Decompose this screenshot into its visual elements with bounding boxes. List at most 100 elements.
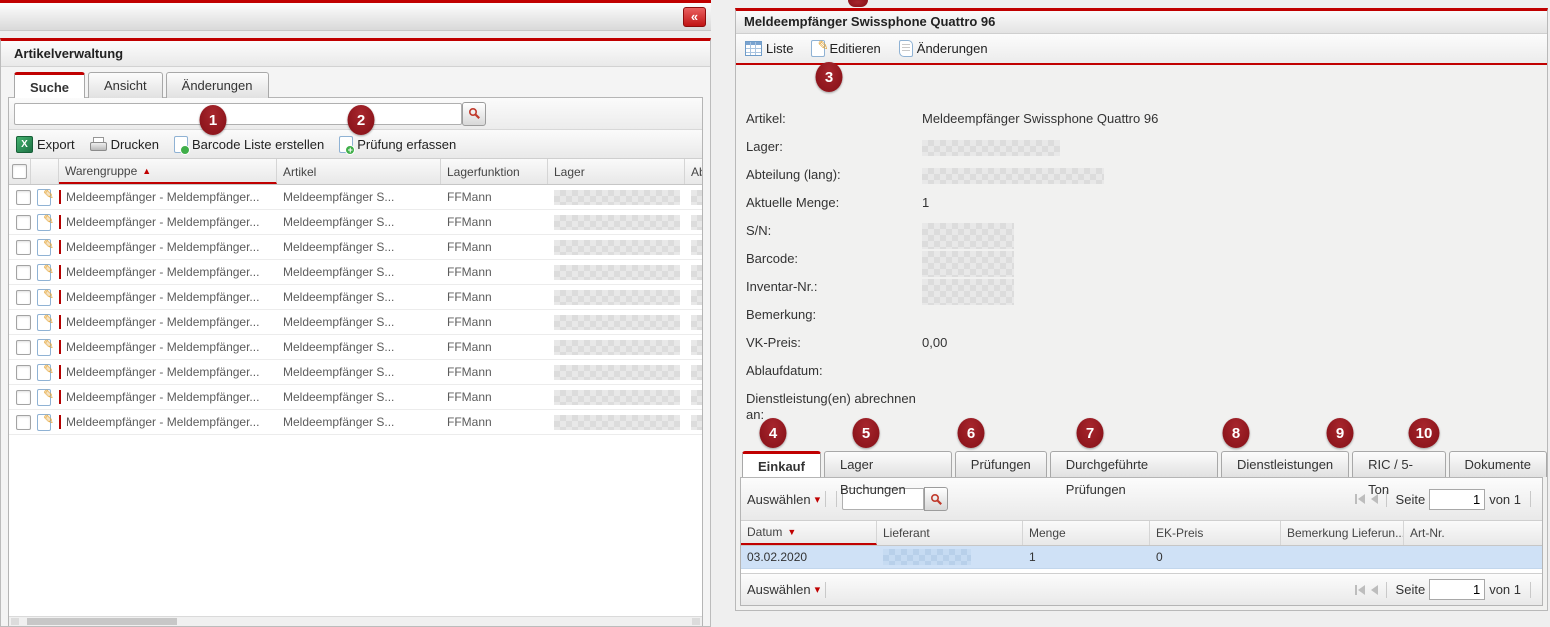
select-all-header: [9, 159, 31, 184]
table-row[interactable]: Meldeempfänger - Meldempfänger...Meldeem…: [9, 185, 702, 210]
redacted-lager: [554, 315, 680, 330]
field-abteilung-lang-value: [922, 167, 1104, 195]
select-dropdown[interactable]: Auswählen: [747, 492, 820, 507]
record-inspection-button[interactable]: Prüfung erfassen: [339, 136, 456, 153]
first-page-button[interactable]: [1355, 494, 1365, 504]
tab-aenderungen[interactable]: Änderungen: [166, 72, 269, 98]
table-row[interactable]: Meldeempfänger - Meldempfänger...Meldeem…: [9, 285, 702, 310]
prev-page-button[interactable]: [1371, 585, 1378, 595]
printer-icon: [90, 137, 107, 152]
row-checkbox[interactable]: [16, 365, 31, 380]
checkbox-cell: [9, 415, 31, 430]
redacted-lager: [554, 290, 680, 305]
column-header-artikel[interactable]: Artikel: [277, 159, 441, 184]
annotation-badge-7: 7: [1077, 418, 1104, 448]
row-checkbox[interactable]: [16, 340, 31, 355]
page-label: Seite: [1396, 492, 1426, 507]
redacted-lager: [554, 265, 680, 280]
edit-row-icon[interactable]: [37, 389, 51, 406]
row-checkbox[interactable]: [16, 390, 31, 405]
table-row[interactable]: Meldeempfänger - Meldempfänger...Meldeem…: [9, 360, 702, 385]
table-row[interactable]: Meldeempfänger - Meldempfänger...Meldeem…: [9, 235, 702, 260]
row-checkbox[interactable]: [16, 315, 31, 330]
checkbox-cell: [9, 290, 31, 305]
column-header-ek-preis[interactable]: EK-Preis: [1150, 521, 1281, 545]
scroll-right-button[interactable]: [692, 618, 700, 625]
print-button[interactable]: Drucken: [90, 137, 159, 152]
annotation-badge-1: 1: [200, 105, 227, 135]
cell-lagerfunktion: FFMann: [441, 365, 548, 379]
column-header-datum[interactable]: Datum ▼: [741, 521, 877, 545]
aenderungen-button[interactable]: Änderungen: [899, 40, 988, 57]
liste-button[interactable]: Liste: [745, 41, 793, 56]
collapse-panel-button[interactable]: «: [683, 7, 706, 27]
row-checkbox[interactable]: [16, 415, 31, 430]
column-header-warengruppe[interactable]: Warengruppe ▲: [59, 159, 277, 184]
row-checkbox[interactable]: [16, 290, 31, 305]
redacted-lager: [554, 415, 680, 430]
table-row[interactable]: Meldeempfänger - Meldempfänger...Meldeem…: [9, 210, 702, 235]
barcode-list-button[interactable]: Barcode Liste erstellen: [174, 136, 324, 153]
edit-row-icon[interactable]: [37, 214, 51, 231]
cell-abteilung: [685, 315, 703, 330]
editieren-button[interactable]: Editieren: [811, 40, 880, 57]
page-number-input[interactable]: [1429, 579, 1485, 600]
table-row[interactable]: Meldeempfänger - Meldempfänger...Meldeem…: [9, 310, 702, 335]
edit-row-icon[interactable]: [37, 414, 51, 431]
tab-pruefungen[interactable]: Prüfungen: [955, 451, 1047, 477]
row-checkbox[interactable]: [16, 215, 31, 230]
first-page-button[interactable]: [1355, 585, 1365, 595]
table-row[interactable]: Meldeempfänger - Meldempfänger...Meldeem…: [9, 410, 702, 435]
redacted-abteilung: [691, 215, 703, 230]
column-header-lieferant[interactable]: Lieferant: [877, 521, 1023, 545]
table-row[interactable]: Meldeempfänger - Meldempfänger...Meldeem…: [9, 260, 702, 285]
edit-row-icon[interactable]: [37, 189, 51, 206]
edit-row-icon[interactable]: [37, 264, 51, 281]
tab-einkauf[interactable]: Einkauf: [742, 451, 821, 477]
grid-search-button[interactable]: [924, 487, 948, 511]
select-dropdown[interactable]: Auswählen: [747, 582, 820, 597]
row-checkbox[interactable]: [16, 265, 31, 280]
search-input[interactable]: [14, 103, 462, 125]
tab-suche[interactable]: Suche: [14, 72, 85, 98]
edit-cell: [31, 189, 59, 206]
row-checkbox[interactable]: [16, 240, 31, 255]
column-header-menge[interactable]: Menge: [1023, 521, 1150, 545]
column-header-lager[interactable]: Lager: [548, 159, 685, 184]
search-button[interactable]: [462, 102, 486, 126]
left-window-bar: «: [0, 0, 711, 31]
edit-row-icon[interactable]: [37, 239, 51, 256]
horizontal-scrollbar[interactable]: [9, 616, 702, 626]
tab-lager-buchungen[interactable]: Lager Buchungen: [824, 451, 952, 477]
column-header-lagerfunktion[interactable]: Lagerfunktion: [441, 159, 548, 184]
tab-ansicht[interactable]: Ansicht: [88, 72, 163, 98]
field-aktuelle-menge-value: 1: [922, 195, 929, 223]
record-inspection-button-label: Prüfung erfassen: [357, 137, 456, 152]
scrollbar-thumb[interactable]: [27, 618, 177, 625]
table-icon: [745, 41, 762, 56]
annotation-badge-8: 8: [1223, 418, 1250, 448]
tab-durchgefuehrte-pruefungen[interactable]: Durchgeführte Prüfungen: [1050, 451, 1218, 477]
table-row[interactable]: Meldeempfänger - Meldempfänger...Meldeem…: [9, 385, 702, 410]
scroll-left-button[interactable]: [11, 618, 19, 625]
edit-row-icon[interactable]: [37, 289, 51, 306]
column-header-art-nr[interactable]: Art-Nr.: [1404, 521, 1542, 545]
column-header-bemerkung-lieferung[interactable]: Bemerkung Lieferun...: [1281, 521, 1404, 545]
edit-row-icon[interactable]: [37, 314, 51, 331]
tab-dokumente[interactable]: Dokumente: [1449, 451, 1547, 477]
table-row[interactable]: Meldeempfänger - Meldempfänger...Meldeem…: [9, 335, 702, 360]
select-all-checkbox[interactable]: [12, 164, 27, 179]
export-button[interactable]: Export: [16, 136, 75, 153]
row-checkbox[interactable]: [16, 190, 31, 205]
cell-abteilung: [685, 190, 703, 205]
edit-row-icon[interactable]: [37, 339, 51, 356]
detail-toolbar: Liste Editieren Änderungen: [736, 34, 1547, 63]
cell-artikel: Meldeempfänger S...: [277, 315, 441, 329]
column-header-abteilung[interactable]: Abteilung: [685, 159, 703, 184]
purchase-row-selected[interactable]: 03.02.2020 1 0: [741, 546, 1542, 569]
edit-row-icon[interactable]: [37, 364, 51, 381]
page-number-input[interactable]: [1429, 489, 1485, 510]
tab-dienstleistungen[interactable]: Dienstleistungen: [1221, 451, 1349, 477]
tab-ric-5-ton[interactable]: RIC / 5-Ton: [1352, 451, 1445, 477]
redacted-abteilung: [691, 365, 703, 380]
